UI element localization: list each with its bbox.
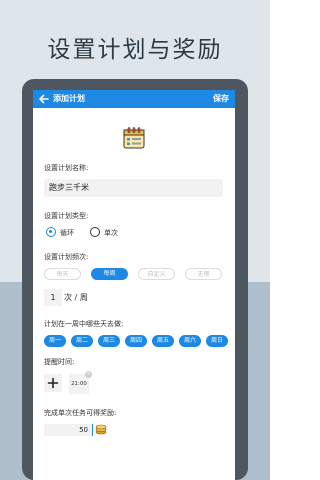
reminder-label: 提醒时间:	[44, 358, 75, 366]
freq-option-unlimited[interactable]: 无限	[185, 268, 222, 280]
reward-input[interactable]: 50	[44, 424, 92, 436]
day-fri[interactable]: 周五	[152, 335, 174, 347]
plan-name-input[interactable]: 跑步三千米	[44, 179, 223, 197]
day-mon[interactable]: 周一	[44, 335, 66, 347]
radio-once[interactable]: 单次	[90, 227, 150, 239]
radio-checked-icon	[46, 227, 56, 237]
count-unit: 次 / 周	[64, 293, 88, 302]
reward-label: 完成单次任务可得奖励:	[44, 409, 117, 417]
calendar-icon	[123, 127, 145, 149]
day-thu[interactable]: 周四	[125, 335, 147, 347]
app-window: 添加计划 保存 设置计划名称: 跑步三千米 设置计划类型: 循环 单次 设置计划…	[33, 90, 235, 480]
add-reminder-button[interactable]	[44, 374, 62, 392]
back-arrow-icon[interactable]	[37, 92, 51, 106]
days-label: 计划在一周中哪些天去做:	[44, 320, 124, 328]
plus-icon	[47, 377, 59, 389]
save-button[interactable]: 保存	[213, 93, 229, 104]
page-title: 添加计划	[53, 94, 85, 103]
freq-option-daily[interactable]: 每天	[44, 268, 81, 280]
day-sat[interactable]: 周六	[179, 335, 201, 347]
freq-option-weekly[interactable]: 每周	[91, 268, 128, 280]
type-label: 设置计划类型:	[44, 212, 89, 220]
day-wed[interactable]: 周三	[98, 335, 120, 347]
coin-icon	[95, 424, 107, 435]
freq-label: 设置计划频次:	[44, 253, 89, 261]
name-label: 设置计划名称:	[44, 164, 89, 172]
count-input[interactable]: 1	[44, 289, 62, 306]
close-icon[interactable]: ×	[85, 371, 92, 378]
radio-unchecked-icon	[90, 227, 100, 237]
day-sun[interactable]: 周日	[206, 335, 228, 347]
screen: 设置计划与奖励 添加计划 保存 设置计划名称: 跑步三千米 设置计划类型: 循环…	[0, 0, 270, 480]
radio-loop-label: 循环	[60, 229, 74, 237]
day-tue[interactable]: 周二	[71, 335, 93, 347]
text-cursor	[92, 424, 93, 436]
app-header: 添加计划 保存	[33, 90, 235, 108]
freq-option-custom[interactable]: 自定义	[138, 268, 175, 280]
radio-once-label: 单次	[104, 229, 118, 237]
promo-title: 设置计划与奖励	[47, 37, 223, 63]
